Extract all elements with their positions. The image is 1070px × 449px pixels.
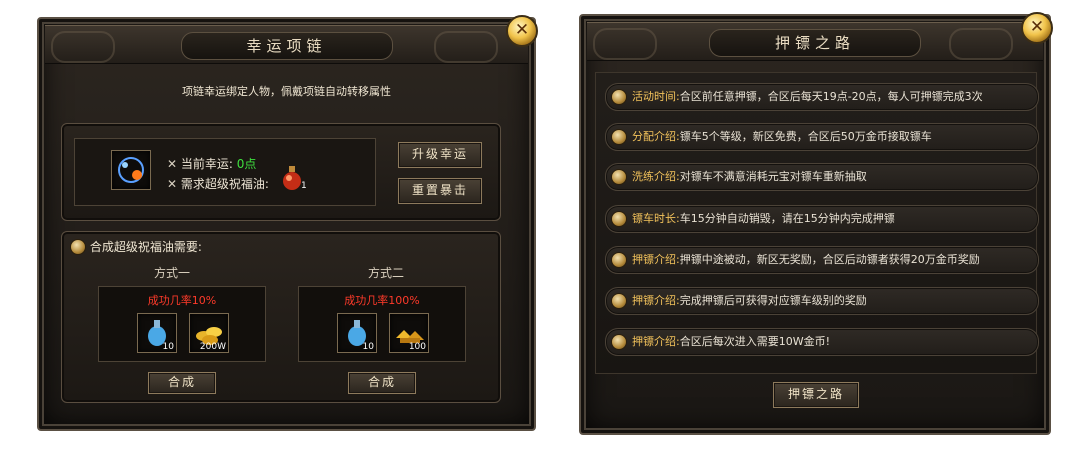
info-row: 洗练介绍:对镖车不满意消耗元宝对镖车重新抽取 <box>605 163 1039 191</box>
cross-icon: ✕ <box>167 177 178 191</box>
item-qty: 10 <box>362 342 374 352</box>
info-label: 押镖介绍: <box>632 253 680 266</box>
combine-button[interactable]: 合成 <box>348 372 416 394</box>
info-row: 分配介绍:镖车5个等级，新区免费，合区后50万金币接取镖车 <box>605 123 1039 151</box>
method-box: 成功几率100% 10 100 <box>298 286 466 362</box>
ornament-right <box>434 31 498 63</box>
title-bar: 押镖之路 <box>587 22 1043 61</box>
necklace-icon <box>118 157 144 183</box>
item-qty: 10 <box>162 342 174 352</box>
escort-road-button[interactable]: 押镖之路 <box>773 382 859 408</box>
close-icon[interactable]: ✕ <box>506 15 538 47</box>
info-row: 活动时间:合区前任意押镖，合区后每天19点-20点，每人可押镖完成3次 <box>605 83 1039 111</box>
rate-text: 成功几率100% <box>344 294 420 307</box>
item-slot[interactable]: 10 <box>137 313 177 353</box>
scroll-bullet-icon <box>611 89 627 105</box>
oil-qty: 1 <box>301 181 307 191</box>
item-slot[interactable]: 200W <box>189 313 229 353</box>
info-row-content: 洗练介绍:对镖车不满意消耗元宝对镖车重新抽取 <box>632 164 867 190</box>
method-box: 成功几率10% 10 200W <box>98 286 266 362</box>
info-row: 镖车时长:车15分钟自动销毁，请在15分钟内完成押镖 <box>605 205 1039 233</box>
scroll-bullet-icon <box>611 293 627 309</box>
info-row-content: 押镖介绍:完成押镖后可获得对应镖车级别的奖励 <box>632 288 867 314</box>
ornament-left <box>51 31 115 63</box>
method-title: 方式一 <box>153 266 190 280</box>
info-label: 押镖介绍: <box>632 335 680 348</box>
info-row: 押镖介绍:合区后每次进入需要10W金币! <box>605 328 1039 356</box>
info-row-content: 押镖介绍:合区后每次进入需要10W金币! <box>632 329 830 355</box>
info-row: 押镖介绍:押镖中途被动，新区无奖励，合区后动镖者获得20万金币奖励 <box>605 246 1039 274</box>
scroll-bullet-icon <box>611 129 627 145</box>
scroll-bullet-icon <box>611 169 627 185</box>
info-text: 对镖车不满意消耗元宝对镖车重新抽取 <box>679 170 867 183</box>
necklace-slot[interactable] <box>111 150 151 190</box>
upgrade-luck-button[interactable]: 升级幸运 <box>398 142 482 168</box>
item-qty: 100 <box>408 342 426 352</box>
oil-label: 需求超级祝福油: <box>180 177 269 191</box>
description-text: 项链幸运绑定人物，佩戴项链自动转移属性 <box>182 85 391 98</box>
luck-section: ✕ 当前幸运: 0点 ✕ 需求超级祝福油: 1 升级幸运 重置暴击 <box>61 123 501 221</box>
info-text: 完成押镖后可获得对应镖车级别的奖励 <box>679 294 867 307</box>
escort-road-window: 押镖之路 ✕ 活动时间:合区前任意押镖，合区后每天19点-20点，每人可押镖完成… <box>579 12 1053 435</box>
info-text: 合区后每次进入需要10W金币! <box>679 335 831 348</box>
item-slot[interactable]: 10 <box>337 313 377 353</box>
window-title: 押镖之路 <box>709 29 921 57</box>
combine-header: 合成超级祝福油需要: <box>70 238 202 255</box>
method-title: 方式二 <box>367 266 404 280</box>
info-text: 镖车5个等级，新区免费，合区后50万金币接取镖车 <box>679 130 932 143</box>
info-text: 押镖中途被动，新区无奖励，合区后动镖者获得20万金币奖励 <box>679 253 980 266</box>
item-slot[interactable]: 100 <box>389 313 429 353</box>
info-label: 洗练介绍: <box>632 170 680 183</box>
close-icon[interactable]: ✕ <box>1021 12 1053 44</box>
combine-header-label: 合成超级祝福油需要: <box>89 240 202 254</box>
scroll-bullet-icon <box>611 211 627 227</box>
info-row-content: 分配介绍:镖车5个等级，新区免费，合区后50万金币接取镖车 <box>632 124 932 150</box>
info-row-content: 镖车时长:车15分钟自动销毁，请在15分钟内完成押镖 <box>632 206 895 232</box>
cross-icon: ✕ <box>167 157 178 171</box>
scroll-bullet-icon <box>70 238 86 255</box>
reset-crit-button[interactable]: 重置暴击 <box>398 178 482 204</box>
item-qty: 200W <box>199 342 226 352</box>
info-text: 合区前任意押镖，合区后每天19点-20点，每人可押镖完成3次 <box>679 90 983 103</box>
scroll-bullet-icon <box>611 252 627 268</box>
ornament-right <box>949 28 1013 60</box>
info-label: 分配介绍: <box>632 130 680 143</box>
rate-text: 成功几率10% <box>147 294 217 307</box>
combine-section: 合成超级祝福油需要: 方式一 成功几率10% 10 200W 合成 方式二 成功… <box>61 231 501 403</box>
info-row-content: 押镖介绍:押镖中途被动，新区无奖励，合区后动镖者获得20万金币奖励 <box>632 247 980 273</box>
info-label: 镖车时长: <box>632 212 680 225</box>
luck-inner-box: ✕ 当前幸运: 0点 ✕ 需求超级祝福油: 1 <box>74 138 376 206</box>
title-bar: 幸运项链 <box>45 25 528 64</box>
scroll-bullet-icon <box>611 334 627 350</box>
luck-label: 当前幸运: <box>180 157 233 171</box>
combine-button[interactable]: 合成 <box>148 372 216 394</box>
info-row: 押镖介绍:完成押镖后可获得对应镖车级别的奖励 <box>605 287 1039 315</box>
oil-bottle-icon[interactable]: 1 <box>281 165 307 191</box>
info-label: 押镖介绍: <box>632 294 680 307</box>
oil-row: ✕ 需求超级祝福油: <box>167 175 269 192</box>
window-title: 幸运项链 <box>180 32 393 60</box>
info-row-content: 活动时间:合区前任意押镖，合区后每天19点-20点，每人可押镖完成3次 <box>632 84 983 110</box>
ornament-left <box>593 28 657 60</box>
luck-value: 0点 <box>236 157 257 171</box>
luck-row: ✕ 当前幸运: 0点 <box>167 155 256 172</box>
info-text: 车15分钟自动销毁，请在15分钟内完成押镖 <box>679 212 895 225</box>
info-label: 活动时间: <box>632 90 680 103</box>
lucky-necklace-window: 幸运项链 ✕ 项链幸运绑定人物，佩戴项链自动转移属性 ✕ 当前幸运: 0点 ✕ … <box>37 15 538 431</box>
